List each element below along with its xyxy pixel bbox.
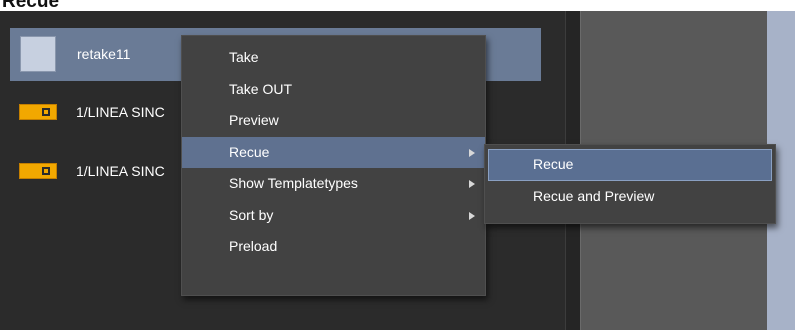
- menu-item-preview[interactable]: Preview: [182, 105, 485, 137]
- context-menu: Take Take OUT Preview Recue Show Templat…: [181, 35, 486, 296]
- submenu-arrow-icon: [469, 211, 475, 220]
- menu-item-label: Sort by: [229, 206, 274, 223]
- submenu-item-label: Recue: [533, 156, 574, 172]
- menu-item-show-templatetypes[interactable]: Show Templatetypes: [182, 168, 485, 200]
- menu-item-recue[interactable]: Recue: [182, 136, 485, 168]
- menu-item-sort-by[interactable]: Sort by: [182, 200, 485, 232]
- list-item-label: retake11: [77, 46, 131, 62]
- menu-item-label: Preview: [229, 112, 279, 128]
- menu-item-label: Show Templatetypes: [229, 175, 358, 191]
- menu-item-label: Recue: [229, 143, 270, 160]
- submenu-item-recue-and-preview[interactable]: Recue and Preview: [488, 181, 772, 213]
- toggle-icon: [19, 163, 57, 179]
- menu-item-label: Take OUT: [229, 80, 293, 97]
- toggle-icon: [19, 104, 57, 120]
- list-item-label: 1/LINEA SINC: [76, 163, 165, 179]
- menu-item-take-out[interactable]: Take OUT: [182, 74, 485, 106]
- submenu-arrow-icon: [469, 148, 475, 157]
- recue-submenu: Recue Recue and Preview: [484, 144, 776, 224]
- list-item[interactable]: 1/LINEA SINC: [10, 151, 210, 191]
- menu-item-preload[interactable]: Preload: [182, 231, 485, 263]
- submenu-item-label: Recue and Preview: [533, 187, 655, 204]
- list-item-label: 1/LINEA SINC: [76, 104, 165, 120]
- submenu-item-recue[interactable]: Recue: [488, 149, 772, 181]
- list-item[interactable]: 1/LINEA SINC: [10, 92, 210, 132]
- menu-item-take[interactable]: Take: [182, 42, 485, 74]
- submenu-arrow-icon: [469, 180, 475, 188]
- template-thumbnail-icon: [20, 36, 56, 72]
- menu-item-label: Preload: [229, 238, 278, 254]
- menu-item-label: Take: [229, 49, 259, 65]
